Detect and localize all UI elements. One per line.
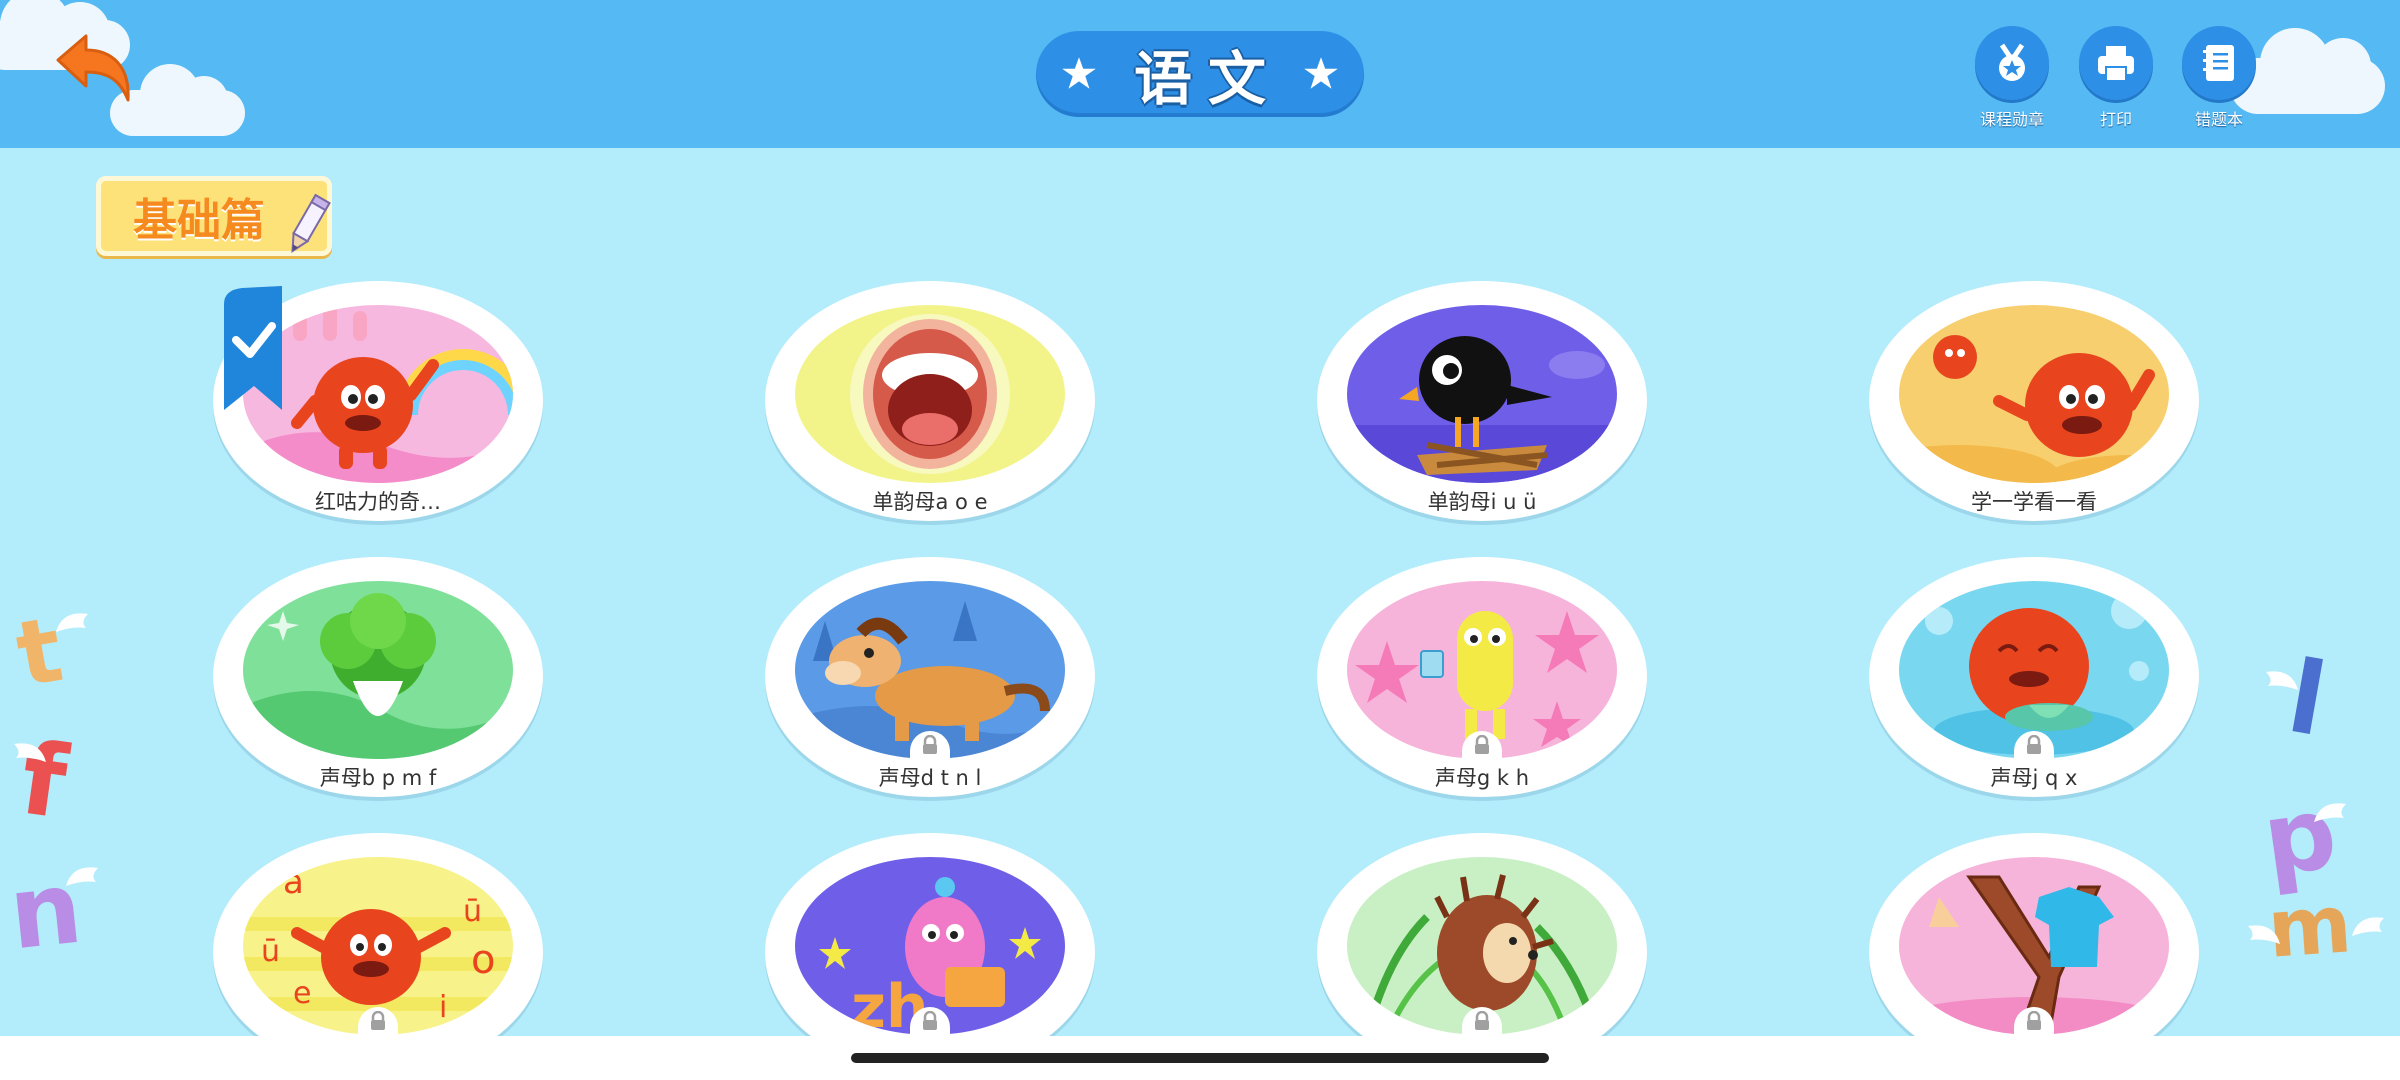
lesson-title: 声母b p m f — [319, 766, 437, 790]
printer-icon — [2079, 26, 2153, 100]
mistake-notebook-button[interactable]: 错题本 — [2164, 26, 2274, 136]
lesson-illustration — [795, 305, 1065, 483]
lesson-card-6[interactable]: 声母d t n l — [765, 557, 1095, 797]
letter-l-decoration: l — [2280, 637, 2335, 760]
wing-icon — [2314, 803, 2346, 822]
wing-icon — [14, 743, 46, 762]
svg-text:o: o — [471, 937, 495, 983]
wing-icon — [2266, 671, 2298, 690]
star-icon — [1062, 57, 1096, 89]
lesson-title: 单韵母a o e — [872, 490, 988, 514]
lesson-card-3[interactable]: 单韵母i u ü — [1317, 281, 1647, 521]
lesson-title: 声母g k h — [1434, 766, 1530, 790]
wing-icon — [2352, 917, 2384, 936]
lesson-card-4[interactable]: 学一学看一看 — [1869, 281, 2199, 521]
top-bar: 语文 课程勋章 打印 错题本 — [0, 0, 2400, 148]
lock-icon — [910, 1007, 950, 1039]
lesson-card-7[interactable]: 声母g k h — [1317, 557, 1647, 797]
lock-icon — [910, 731, 950, 763]
completed-ribbon-icon — [224, 286, 282, 410]
notebook-icon — [2182, 26, 2256, 100]
course-medal-label: 课程勋章 — [1979, 110, 2044, 129]
lock-icon — [1462, 731, 1502, 763]
lesson-illustration — [1347, 305, 1617, 483]
svg-text:ū: ū — [261, 934, 280, 969]
lock-icon — [2014, 1007, 2054, 1039]
course-medal-button[interactable]: 课程勋章 — [1957, 26, 2067, 136]
mistake-notebook-label: 错题本 — [2194, 110, 2243, 129]
lesson-card-2[interactable]: 单韵母a o e — [765, 281, 1095, 521]
section-label: 基础篇 — [133, 195, 265, 246]
lock-icon — [358, 1007, 398, 1039]
svg-text:i: i — [439, 990, 447, 1025]
lesson-title: 声母d t n l — [878, 766, 982, 790]
lesson-title: 学一学看一看 — [1971, 490, 2097, 514]
wing-icon — [56, 613, 88, 632]
page-title: 语文 — [1036, 31, 1364, 117]
section-tag-basic: 基础篇 — [96, 176, 332, 256]
lesson-card-5[interactable]: 声母b p m f — [213, 557, 543, 797]
wing-icon — [66, 867, 98, 886]
svg-text:ū: ū — [463, 894, 482, 929]
home-indicator[interactable] — [851, 1053, 1549, 1063]
lesson-title: 红咕力的奇… — [315, 490, 441, 514]
lesson-title: 单韵母i u ü — [1427, 490, 1537, 514]
lesson-title: 声母j q x — [1990, 766, 2078, 790]
pencil-icon — [291, 193, 331, 254]
lesson-card-8[interactable]: 声母j q x — [1869, 557, 2199, 797]
back-button[interactable] — [50, 30, 140, 110]
lock-icon — [1462, 1007, 1502, 1039]
lock-icon — [2014, 731, 2054, 763]
medal-icon — [1975, 26, 2049, 100]
back-arrow-icon — [56, 34, 130, 102]
lesson-illustration — [1899, 305, 2169, 483]
lesson-illustration — [243, 581, 513, 759]
svg-text:e: e — [293, 976, 311, 1011]
print-button[interactable]: 打印 — [2061, 26, 2171, 136]
wing-icon — [2248, 925, 2280, 944]
page-title-text: 语文 — [1133, 45, 1282, 113]
star-icon — [1304, 57, 1338, 89]
print-label: 打印 — [2099, 110, 2132, 129]
